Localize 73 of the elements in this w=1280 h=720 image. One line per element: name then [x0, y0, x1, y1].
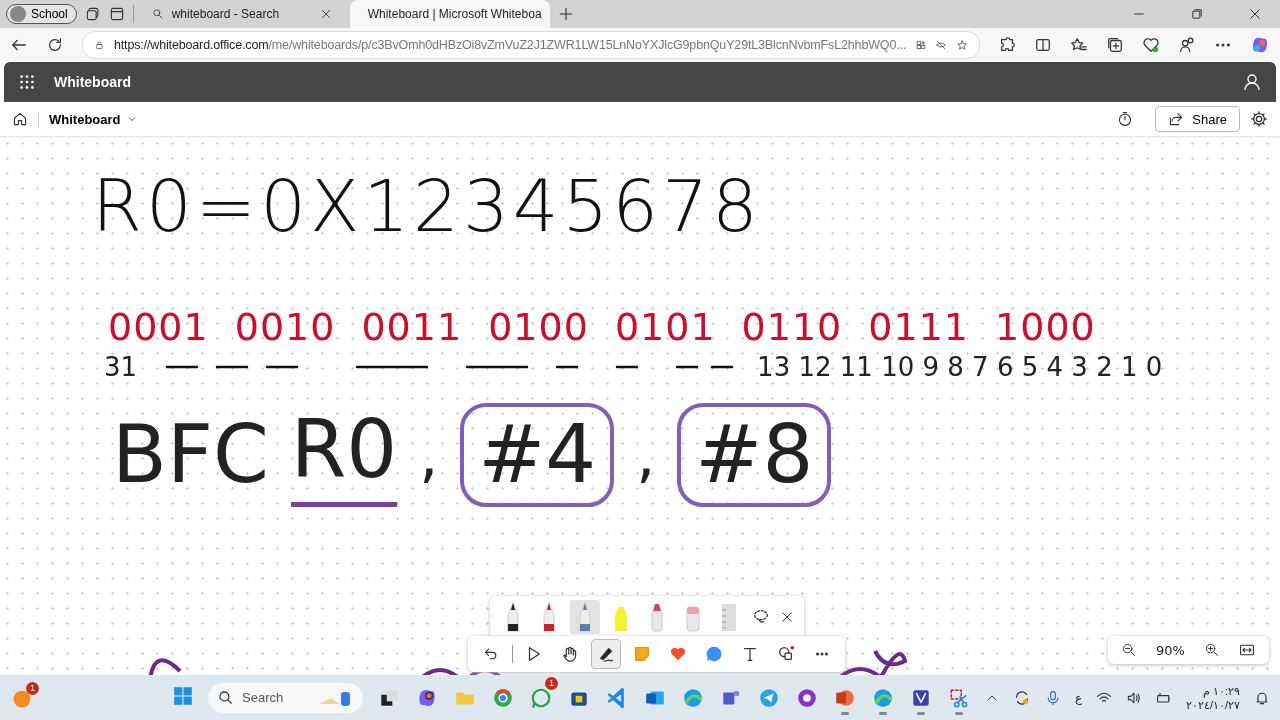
- share-icon: [1168, 111, 1185, 127]
- zoom-level: 90%: [1156, 642, 1185, 658]
- notification-badge: 1: [545, 676, 559, 690]
- chrome-icon[interactable]: [492, 686, 515, 709]
- circled-operand: #4: [460, 403, 615, 507]
- circled-operand: #8: [677, 403, 832, 507]
- profile-button[interactable]: School: [6, 4, 77, 24]
- handwritten-bit-numbers: 13 12 11 10 9 8 7 6 5 4 3 2 1 0: [757, 351, 1163, 384]
- heart-icon[interactable]: [669, 645, 687, 663]
- app-launcher-icon[interactable]: [18, 73, 36, 91]
- close-icon[interactable]: [780, 610, 794, 624]
- fit-to-screen-icon[interactable]: [1238, 642, 1255, 658]
- handwritten-binary: 0101: [614, 304, 716, 350]
- handwritten-comma: ,: [419, 419, 439, 492]
- handwritten-binary: 0111: [868, 304, 970, 350]
- taskbar-search-field[interactable]: Search: [208, 682, 364, 713]
- circle-app-icon[interactable]: [795, 686, 818, 709]
- close-icon[interactable]: [1248, 7, 1262, 21]
- search-icon: [151, 8, 164, 20]
- address-bar[interactable]: https://whiteboard.office.com/me/whiteboards/p/c3BvOmh0dHBzOi8vZmVuZ2J1ZWR1LW15LnNoYXJlcG9pbnQuY29tL3BlcnNvbmFsL2hhbWQ0...: [82, 31, 980, 59]
- split-screen-icon[interactable]: [1034, 36, 1052, 54]
- tab-actions-icon[interactable]: [108, 6, 125, 22]
- chevron-down-icon: [126, 114, 137, 124]
- hand-icon[interactable]: [561, 645, 579, 663]
- handwritten-register: R0: [290, 398, 398, 507]
- restore-icon[interactable]: [1190, 7, 1204, 21]
- text-icon[interactable]: [741, 645, 759, 663]
- workspaces-icon[interactable]: [84, 6, 101, 22]
- timer-icon[interactable]: [1117, 111, 1134, 127]
- browser-tab[interactable]: whiteboard - Search: [141, 0, 342, 28]
- people-icon[interactable]: [1178, 36, 1196, 54]
- handwritten-binary: 0011: [361, 304, 463, 350]
- collections-icon[interactable]: [1106, 36, 1124, 54]
- input-language[interactable]: ع: [1074, 690, 1082, 705]
- handwritten-formula: R0=0X12345678: [92, 163, 763, 250]
- start-icon[interactable]: [172, 684, 194, 707]
- search-icon: [218, 689, 234, 706]
- notification-badge: 1: [26, 681, 39, 695]
- handwritten-binary: 0100: [488, 304, 589, 350]
- pen-icon[interactable]: [597, 645, 615, 663]
- account-icon[interactable]: [1242, 72, 1262, 92]
- undo-icon: [483, 646, 499, 662]
- browser-tab[interactable]: Whiteboard | Microsoft Whiteboa: [349, 0, 550, 28]
- handwritten-binary: 1000: [995, 304, 1096, 350]
- taskbar-time: ١٠:٢٩ م: [1202, 683, 1240, 698]
- zoom-out-icon[interactable]: [1122, 643, 1136, 657]
- sticky-note-icon[interactable]: [633, 645, 651, 663]
- paper-plane-icon[interactable]: [757, 686, 780, 709]
- close-icon[interactable]: [319, 8, 332, 20]
- handwritten-binary: 0001: [108, 304, 209, 350]
- home-icon[interactable]: [12, 111, 28, 127]
- handwritten-comma: ,: [636, 419, 656, 492]
- shapes-icon[interactable]: [777, 645, 795, 663]
- handwritten-bit-number: 31: [104, 351, 138, 384]
- handwritten-mnemonic: BFC: [112, 407, 269, 503]
- ink-tool-button[interactable]: [591, 639, 621, 669]
- whatsapp-icon[interactable]: [530, 686, 553, 709]
- settings-icon[interactable]: [1250, 110, 1268, 128]
- health-icon[interactable]: [1142, 36, 1160, 54]
- taskbar-date: ٢٠٢٤/١٠/٢٧: [1185, 698, 1240, 712]
- handwritten-binary: 0110: [741, 304, 843, 350]
- board-name-dropdown[interactable]: Whiteboard: [38, 111, 137, 127]
- app-title: Whiteboard: [54, 74, 131, 90]
- comment-icon[interactable]: [705, 645, 723, 663]
- lock-icon[interactable]: [95, 38, 104, 52]
- handwritten-binary: 0010: [234, 304, 336, 350]
- star-icon[interactable]: [956, 37, 967, 53]
- lasso-icon[interactable]: [752, 608, 770, 626]
- extensions-icon[interactable]: [998, 36, 1016, 54]
- refresh-icon[interactable]: [46, 36, 64, 54]
- share-button[interactable]: Share: [1155, 106, 1240, 132]
- new-tab-icon[interactable]: [557, 6, 574, 22]
- zoom-in-icon[interactable]: [1204, 643, 1219, 657]
